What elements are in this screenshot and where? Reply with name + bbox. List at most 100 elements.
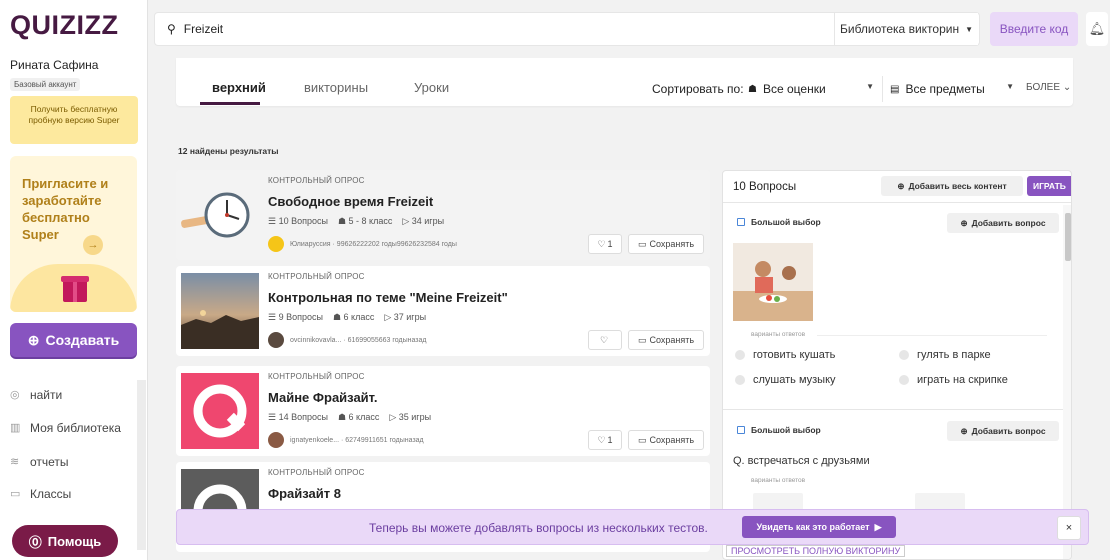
enter-code-button[interactable]: Введите код	[990, 12, 1078, 46]
list-icon: ☰	[268, 216, 279, 226]
preview-question-count: 10 Вопросы	[733, 181, 797, 193]
plus-circle-icon: ⊕	[960, 217, 968, 228]
play-button[interactable]: ИГРАТЬ	[1027, 176, 1071, 196]
result-card[interactable]: КОНТРОЛЬНЫЙ ОПРОС Майне Фрайзайт. ☰ 14 В…	[176, 366, 710, 456]
avatar	[268, 332, 284, 348]
banner-button-label: Увидеть как это работает	[756, 522, 870, 532]
result-card[interactable]: КОНТРОЛЬНЫЙ ОПРОС Свободное время Freize…	[176, 170, 710, 260]
search-icon: ⚲	[167, 22, 176, 36]
item-kind: КОНТРОЛЬНЫЙ ОПРОС	[268, 468, 365, 477]
sort-label: Сортировать по:	[652, 82, 744, 96]
grade-level: ☗ 5 - 8 класс	[337, 216, 393, 226]
close-icon[interactable]: ×	[1057, 516, 1081, 540]
add-question-button[interactable]: ⊕ Добавить вопрос	[947, 213, 1059, 233]
compass-icon: ◎	[10, 389, 20, 401]
add-all-content-button[interactable]: ⊕ Добавить весь контент	[881, 176, 1023, 196]
save-button[interactable]: ▭ Сохранять	[628, 430, 704, 450]
subject-select-label: Все предметы	[905, 82, 985, 96]
like-button[interactable]: ♡ 1	[588, 234, 622, 254]
divider	[882, 76, 883, 102]
radio-icon	[899, 375, 909, 385]
add-question-label: Добавить вопрос	[971, 426, 1046, 436]
item-title[interactable]: Майне Фрайзайт.	[268, 390, 378, 405]
help-button[interactable]: ⓪ Помощь	[12, 525, 118, 557]
more-filters-button[interactable]: БОЛЕЕ ⌄	[1026, 82, 1071, 93]
trial-upsell-button[interactable]: Получить бесплатную пробную версию Super	[10, 96, 138, 144]
plus-circle-icon: ⊕	[897, 180, 905, 191]
questions-count: ☰ 14 Вопросы	[268, 412, 328, 422]
result-card[interactable]: КОНТРОЛЬНЫЙ ОПРОС Контрольная по теме "M…	[176, 266, 710, 356]
item-title[interactable]: Контрольная по теме "Meine Freizeit"	[268, 290, 508, 305]
arrow-right-icon[interactable]: →	[83, 235, 103, 255]
options-label: варианты ответов	[751, 477, 806, 484]
sidebar-item-classes[interactable]: ▭ Классы	[10, 487, 71, 501]
grade-icon: ☗	[332, 312, 344, 322]
question-image	[733, 243, 813, 321]
item-author: Юлиарусcия · 99626222202 годы99626232584…	[268, 236, 457, 252]
quiz-thumbnail-clock	[181, 177, 259, 253]
sidebar-item-label: Классы	[30, 487, 72, 501]
tab-lessons[interactable]: Уроки	[414, 80, 449, 95]
sidebar-item-find[interactable]: ◎ найти	[10, 388, 62, 402]
like-button[interactable]: ♡ 1	[588, 430, 622, 450]
quiz-thumbnail-quizizz	[181, 373, 259, 449]
sidebar-scrollbar[interactable]	[137, 380, 146, 550]
answer-option: готовить кушать	[735, 349, 835, 361]
sidebar-item-library[interactable]: ▥ Моя библиотека	[10, 421, 121, 435]
save-label: Сохранять	[649, 335, 695, 345]
save-button[interactable]: ▭ Сохранять	[628, 330, 704, 350]
caret-down-icon: ▼	[965, 24, 973, 34]
library-select[interactable]: Библиотека викторин ▼	[834, 13, 978, 45]
caret-down-icon: ▼	[1006, 82, 1014, 91]
add-all-label: Добавить весь контент	[908, 181, 1007, 191]
question-type-label: Большой выбор	[751, 217, 821, 227]
checkbox-icon	[737, 426, 745, 434]
subject-select[interactable]: ▤ Все предметы ▼	[890, 78, 1014, 100]
author-text: ovcinnikovavla... · 61699055663 годыназа…	[290, 336, 427, 344]
grade-select[interactable]: ☗ Все оценки ▼	[748, 78, 874, 100]
invite-text: Пригласите и заработайте бесплатно Super	[22, 176, 109, 242]
list-icon: ☰	[268, 412, 279, 422]
quizizz-logo[interactable]: QUIZIZZ	[10, 10, 118, 41]
save-button[interactable]: ▭ Сохранять	[628, 234, 704, 254]
grade-icon: ☗	[337, 216, 349, 226]
banner-text: Теперь вы можете добавлять вопросы из не…	[369, 521, 708, 535]
item-title[interactable]: Фрайзайт 8	[268, 486, 341, 501]
item-author: ovcinnikovavla... · 61699055663 годыназа…	[268, 332, 426, 348]
see-how-it-works-button[interactable]: Увидеть как это работает ▶	[742, 516, 896, 538]
reports-icon: ≋	[10, 456, 20, 468]
more-label: БОЛЕЕ	[1026, 82, 1061, 93]
tab-top[interactable]: верхний	[212, 80, 266, 95]
plays-count: ▷ 37 игры	[384, 312, 427, 322]
answer-option: слушать музыку	[735, 374, 836, 386]
view-full-quiz-link[interactable]: ПРОСМОТРЕТЬ ПОЛНУЮ ВИКТОРИНУ	[726, 545, 906, 557]
folder-icon: ▭	[637, 434, 647, 445]
library-icon: ▥	[10, 422, 21, 434]
help-button-label: Помощь	[47, 533, 102, 549]
grade-select-label: Все оценки	[762, 82, 826, 96]
preview-scrollbar-thumb[interactable]	[1065, 213, 1071, 261]
play-icon: ▷	[384, 312, 394, 322]
radio-icon	[735, 375, 745, 385]
invite-card[interactable]: Пригласите и заработайте бесплатно Super…	[10, 156, 137, 312]
like-button[interactable]: ♡	[588, 330, 622, 350]
question-type: Большой выбор	[737, 217, 821, 227]
subject-icon: ▤	[890, 83, 900, 95]
item-title[interactable]: Свободное время Freizeit	[268, 194, 433, 209]
bell-icon[interactable]: 🔔︎	[1086, 12, 1108, 46]
classes-icon: ▭	[10, 488, 21, 500]
add-question-button[interactable]: ⊕ Добавить вопрос	[947, 421, 1059, 441]
plus-circle-icon: ⊕	[27, 331, 40, 348]
account-badge: Базовый аккаунт	[10, 78, 81, 91]
item-kind: КОНТРОЛЬНЫЙ ОПРОС	[268, 176, 365, 185]
top-bar: ⚲ Freizeit Библиотека викторин ▼ Введите…	[148, 0, 1110, 58]
create-button[interactable]: ⊕ Создавать	[10, 323, 137, 357]
save-label: Сохранять	[649, 435, 695, 445]
list-icon: ☰	[268, 312, 279, 322]
plus-circle-icon: ⊕	[960, 425, 968, 436]
answer-option-text: гулять в парке	[917, 349, 991, 361]
sidebar-item-reports[interactable]: ≋ отчеты	[10, 455, 69, 469]
answer-option: играть на скрипке	[899, 374, 1008, 386]
item-meta: ☰ 10 Вопросы ☗ 5 - 8 класс ▷ 34 игры	[268, 216, 444, 227]
tab-quizzes[interactable]: викторины	[304, 80, 368, 95]
